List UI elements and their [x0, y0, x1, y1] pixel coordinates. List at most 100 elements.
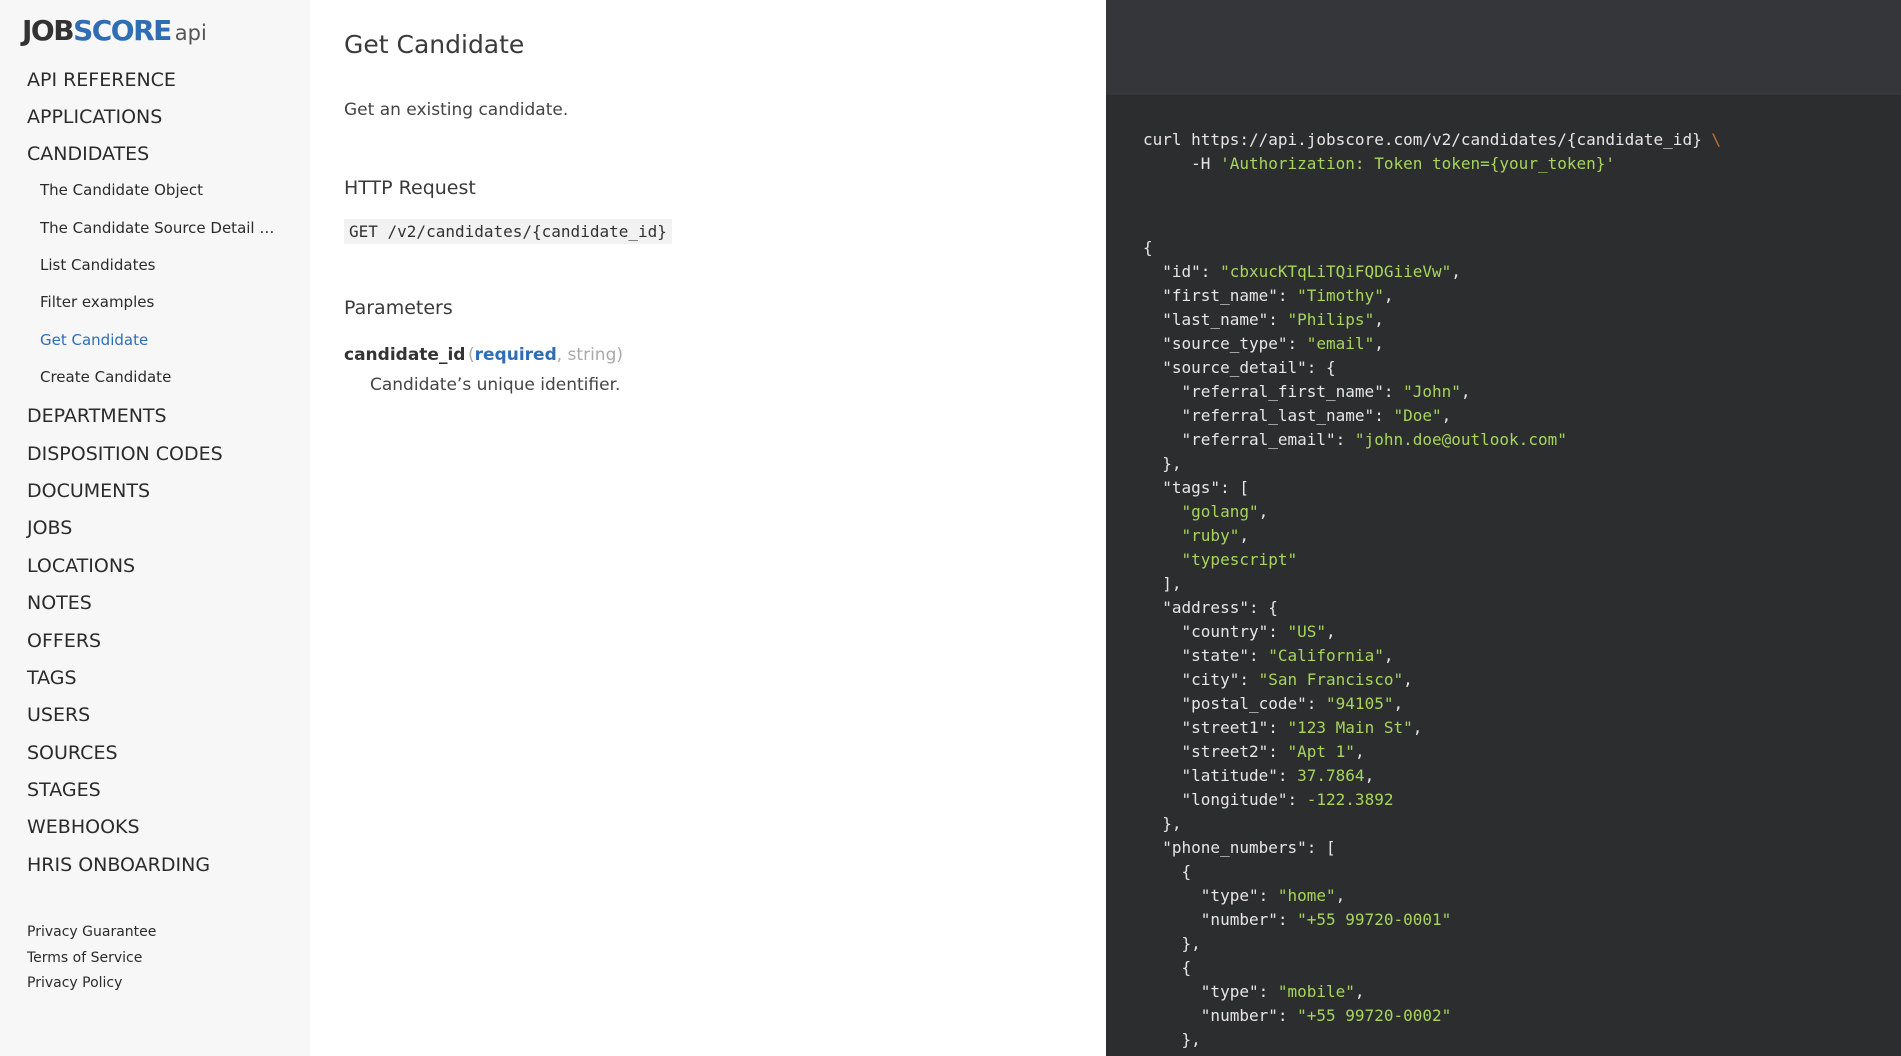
logo-api: api — [174, 21, 207, 45]
page-description: Get an existing candidate. — [344, 100, 569, 120]
param-name: candidate_id — [344, 345, 466, 365]
sidebar-item-disposition-codes[interactable]: DISPOSITION CODES — [27, 443, 223, 465]
json-token: "number": — [1143, 910, 1298, 929]
json-token: "first_name": — [1143, 286, 1298, 305]
json-token: "referral_first_name": — [1143, 382, 1404, 401]
json-token: "source_detail": { — [1143, 358, 1336, 377]
sidebar-item-api-reference[interactable]: API REFERENCE — [27, 69, 176, 91]
json-token: "type": — [1143, 982, 1278, 1001]
json-token: "typescript" — [1181, 550, 1298, 569]
json-token: "Timothy" — [1297, 286, 1384, 305]
json-token: "94105" — [1326, 694, 1394, 713]
json-token: "home" — [1277, 886, 1336, 905]
sidebar-item-candidates[interactable]: CANDIDATES — [27, 143, 149, 165]
sidebar-item-offers[interactable]: OFFERS — [27, 630, 101, 652]
auth-header: 'Authorization: Token token={your_token}… — [1220, 154, 1616, 173]
json-token: "country": — [1143, 622, 1288, 641]
sidebar-item-documents[interactable]: DOCUMENTS — [27, 480, 150, 502]
json-token: , — [1403, 670, 1413, 689]
sidebar-item-the-candidate-source-detail-ob[interactable]: The Candidate Source Detail Ob... — [40, 219, 280, 237]
json-token: "123 Main St" — [1287, 718, 1413, 737]
page-title: Get Candidate — [344, 30, 525, 59]
param-meta: (required, string) — [468, 345, 623, 365]
curl-line-2-prefix: -H — [1143, 154, 1221, 173]
sidebar-item-get-candidate[interactable]: Get Candidate — [40, 331, 148, 349]
json-token: "San Francisco" — [1258, 670, 1404, 689]
json-token: "Philips" — [1287, 310, 1375, 329]
terms-of-service-link[interactable]: Terms of Service — [27, 950, 142, 966]
json-token: "mobile" — [1277, 982, 1355, 1001]
sidebar-item-create-candidate[interactable]: Create Candidate — [40, 368, 171, 386]
json-token: "California" — [1268, 646, 1384, 665]
sidebar-item-stages[interactable]: STAGES — [27, 779, 101, 801]
jobscore-api-logo[interactable]: JOB SCORE api — [22, 14, 207, 48]
json-token: -122.3892 — [1306, 790, 1394, 809]
json-token: "email" — [1306, 334, 1375, 353]
json-token: "latitude": — [1143, 766, 1298, 785]
curl-example: curl https://api.jobscore.com/v2/candida… — [1143, 128, 1721, 176]
json-token: "number": — [1143, 1006, 1298, 1025]
privacy-guarantee-link[interactable]: Privacy Guarantee — [27, 924, 156, 940]
json-token: }, — [1143, 454, 1182, 473]
json-token: , — [1364, 766, 1375, 785]
sidebar-item-notes[interactable]: NOTES — [27, 592, 92, 614]
sidebar-item-list-candidates[interactable]: List Candidates — [40, 256, 156, 274]
json-token: "street2": — [1143, 742, 1288, 761]
json-token: "source_type": — [1143, 334, 1307, 353]
json-token: , — [1383, 646, 1394, 665]
code-pane-header — [1106, 0, 1901, 95]
sidebar-item-locations[interactable]: LOCATIONS — [27, 555, 135, 577]
http-request-heading: HTTP Request — [344, 177, 476, 199]
json-token: "referral_last_name": — [1143, 406, 1394, 425]
privacy-policy-link[interactable]: Privacy Policy — [27, 975, 122, 991]
param-description: Candidate’s unique identifier. — [370, 375, 621, 395]
json-token: , — [1460, 382, 1471, 401]
sidebar-item-the-candidate-object[interactable]: The Candidate Object — [40, 181, 203, 199]
json-token: "ruby" — [1181, 526, 1240, 545]
json-token: "referral_email": — [1143, 430, 1355, 449]
sidebar-item-filter-examples[interactable]: Filter examples — [40, 293, 154, 311]
json-token: , — [1374, 334, 1384, 353]
json-token: "city": — [1143, 670, 1259, 689]
json-token: "john.doe@outlook.com" — [1354, 430, 1567, 449]
json-token: "John" — [1403, 382, 1461, 401]
logo-job: JOB — [22, 14, 75, 47]
param-open-paren: ( — [468, 345, 475, 365]
json-token: , — [1383, 286, 1394, 305]
curl-line-1: curl https://api.jobscore.com/v2/candida… — [1143, 130, 1702, 149]
json-token: , — [1258, 502, 1269, 521]
json-token: "US" — [1287, 622, 1327, 641]
response-json: { "id": "cbxucKTqLiTQiFQDGiieVw", "first… — [1143, 236, 1567, 1052]
sidebar-item-hris-onboarding[interactable]: HRIS ONBOARDING — [27, 854, 210, 876]
json-token: , — [1326, 622, 1336, 641]
code-pane: curl https://api.jobscore.com/v2/candida… — [1106, 0, 1901, 1056]
json-token: , — [1335, 886, 1346, 905]
sidebar-item-applications[interactable]: APPLICATIONS — [27, 106, 162, 128]
param-required-badge: required — [474, 345, 557, 365]
sidebar-item-users[interactable]: USERS — [27, 704, 90, 726]
json-token: "+55 99720-0001" — [1297, 910, 1452, 929]
json-token: "tags": [ — [1143, 478, 1249, 497]
json-token: , — [1441, 406, 1452, 425]
json-token: { — [1143, 958, 1192, 977]
param-type: , string) — [556, 345, 623, 365]
parameters-heading: Parameters — [344, 297, 453, 319]
json-token: "Doe" — [1393, 406, 1442, 425]
json-token: "type": — [1143, 886, 1278, 905]
json-token: , — [1451, 262, 1461, 281]
json-token: 37.7864 — [1297, 766, 1365, 785]
sidebar-item-departments[interactable]: DEPARTMENTS — [27, 405, 167, 427]
json-token: "+55 99720-0002" — [1297, 1006, 1452, 1025]
json-token: "longitude": — [1143, 790, 1307, 809]
json-token: ], — [1143, 574, 1182, 593]
sidebar-item-sources[interactable]: SOURCES — [27, 742, 118, 764]
json-token: "postal_code": — [1143, 694, 1327, 713]
sidebar-item-tags[interactable]: TAGS — [27, 667, 77, 689]
sidebar-item-jobs[interactable]: JOBS — [27, 517, 72, 539]
json-token: "last_name": — [1143, 310, 1288, 329]
sidebar-item-webhooks[interactable]: WEBHOOKS — [27, 816, 140, 838]
main-content: Get Candidate Get an existing candidate.… — [310, 0, 1106, 1056]
